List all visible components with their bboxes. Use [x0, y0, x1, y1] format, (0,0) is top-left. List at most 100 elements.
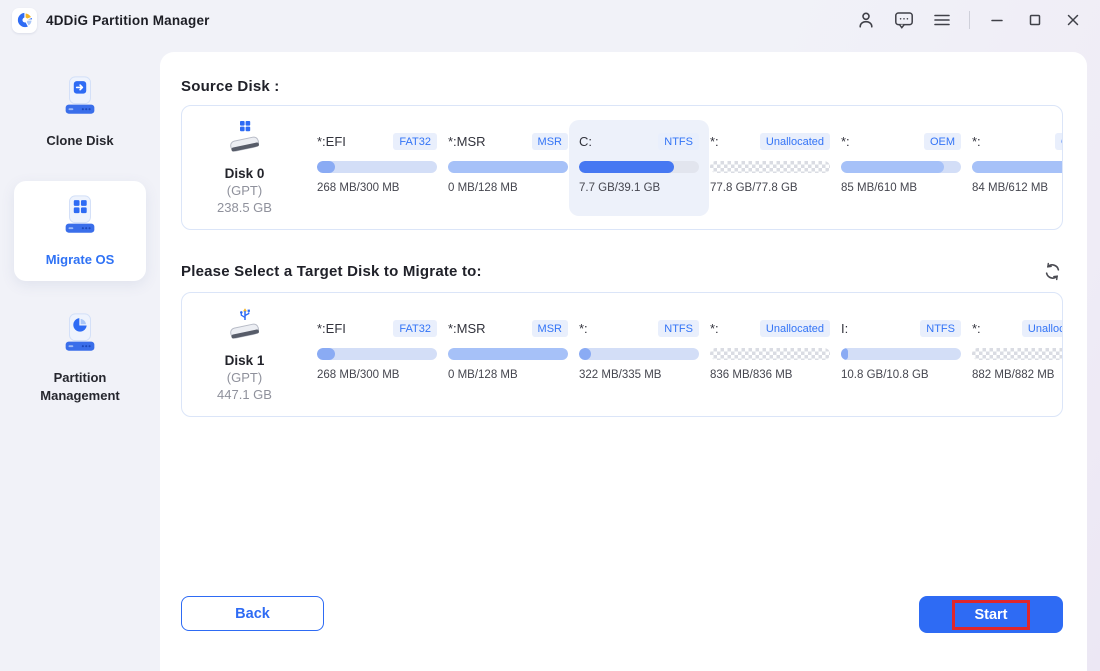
partition-label: *:	[579, 321, 588, 336]
main-panel: Source Disk : Disk 0 (GPT) 238.5 GB	[160, 52, 1087, 671]
partition-usage: 882 MB/882 MB	[972, 369, 1062, 381]
sidebar-item-label: Clone Disk	[46, 132, 113, 150]
partition-usage: 322 MB/335 MB	[579, 369, 699, 381]
partition-usage: 268 MB/300 MB	[317, 369, 437, 381]
partition-usage: 85 MB/610 MB	[841, 182, 961, 194]
partition-item[interactable]: *:MSR MSR 0 MB/128 MB	[438, 120, 578, 216]
partition-usage: 0 MB/128 MB	[448, 182, 568, 194]
disk-scheme: (GPT)	[227, 183, 262, 198]
disk-name: Disk 1	[225, 353, 265, 368]
partition-label: *:MSR	[448, 134, 486, 149]
back-button[interactable]: Back	[181, 596, 324, 631]
usb-disk-icon	[224, 307, 266, 350]
partition-bar-fill	[448, 161, 568, 173]
partition-bar	[972, 161, 1062, 173]
titlebar: 4DDiG Partition Manager	[0, 0, 1100, 40]
partition-usage: 7.7 GB/39.1 GB	[579, 182, 699, 194]
start-button-label: Start	[974, 607, 1007, 623]
partition-label: I:	[841, 321, 848, 336]
feedback-icon[interactable]	[889, 6, 919, 34]
partition-list: *:EFI FAT32 268 MB/300 MB *:MSR MSR 0 MB…	[307, 293, 1062, 416]
partition-usage: 10.8 GB/10.8 GB	[841, 369, 961, 381]
disk-name: Disk 0	[225, 166, 265, 181]
partition-bar-fill	[579, 348, 591, 360]
disk-size: 238.5 GB	[217, 200, 272, 215]
partition-label: *:MSR	[448, 321, 486, 336]
partition-bar	[841, 161, 961, 173]
partition-item[interactable]: *:EFI FAT32 268 MB/300 MB	[307, 307, 447, 403]
disk-info: Disk 1 (GPT) 447.1 GB	[182, 293, 307, 416]
partition-item[interactable]: *: Unallocated 77.8 GB/77.8 GB	[700, 120, 840, 216]
partition-usage: 268 MB/300 MB	[317, 182, 437, 194]
maximize-button[interactable]	[1020, 6, 1050, 34]
migrate-os-icon	[58, 193, 102, 242]
target-disk-card[interactable]: Disk 1 (GPT) 447.1 GB *:EFI FAT32 268 MB…	[181, 292, 1063, 417]
account-icon[interactable]	[851, 6, 881, 34]
partition-bar-fill	[841, 348, 848, 360]
partition-item[interactable]: *: NTFS 322 MB/335 MB	[569, 307, 709, 403]
internal-disk-icon	[224, 120, 266, 163]
source-disk-card[interactable]: Disk 0 (GPT) 238.5 GB *:EFI FAT32 268 MB…	[181, 105, 1063, 230]
partition-bar-fill	[317, 161, 335, 173]
partition-item[interactable]: *: OEM 84 MB/612 MB	[962, 120, 1062, 216]
partition-bar-fill	[317, 348, 335, 360]
partition-type-badge: OEM	[1055, 133, 1062, 150]
close-button[interactable]	[1058, 6, 1088, 34]
partition-label: *:	[710, 134, 719, 149]
sidebar-item-partition-management[interactable]: Partition Management	[14, 299, 146, 417]
partition-label: *:	[710, 321, 719, 336]
start-button[interactable]: Start	[919, 596, 1063, 633]
partition-bar	[579, 161, 699, 173]
menu-icon[interactable]	[927, 6, 957, 34]
partition-label: C:	[579, 134, 592, 149]
partition-item[interactable]: *: OEM 85 MB/610 MB	[831, 120, 971, 216]
partition-item[interactable]: *:EFI FAT32 268 MB/300 MB	[307, 120, 447, 216]
partition-type-badge: Unallocated	[760, 133, 830, 150]
partition-type-badge: FAT32	[393, 133, 437, 150]
partition-type-badge: Unallocated	[1022, 320, 1062, 337]
partition-bar	[710, 161, 830, 173]
sidebar-item-label: Partition Management	[18, 369, 142, 404]
minimize-button[interactable]	[982, 6, 1012, 34]
disk-size: 447.1 GB	[217, 387, 272, 402]
sidebar-item-label: Migrate OS	[46, 251, 115, 269]
app-logo-icon	[12, 8, 37, 33]
partition-item[interactable]: C: NTFS 7.7 GB/39.1 GB	[569, 120, 709, 216]
partition-type-badge: MSR	[532, 133, 568, 150]
partition-type-badge: MSR	[532, 320, 568, 337]
partition-bar-fill	[841, 161, 944, 173]
disk-scheme: (GPT)	[227, 370, 262, 385]
partition-item[interactable]: *: Unallocated 836 MB/836 MB	[700, 307, 840, 403]
partition-item[interactable]: *: Unallocated 882 MB/882 MB	[962, 307, 1062, 403]
partition-usage: 77.8 GB/77.8 GB	[710, 182, 830, 194]
partition-bar	[972, 348, 1062, 360]
partition-bar-fill	[972, 161, 1062, 173]
partition-list: *:EFI FAT32 268 MB/300 MB *:MSR MSR 0 MB…	[307, 106, 1062, 229]
partition-usage: 836 MB/836 MB	[710, 369, 830, 381]
target-disk-heading: Please Select a Target Disk to Migrate t…	[181, 263, 482, 280]
partition-usage: 0 MB/128 MB	[448, 369, 568, 381]
partition-bar	[317, 348, 437, 360]
partition-label: *:EFI	[317, 321, 346, 336]
titlebar-divider	[969, 11, 970, 29]
partition-item[interactable]: *:MSR MSR 0 MB/128 MB	[438, 307, 578, 403]
partition-type-badge: Unallocated	[760, 320, 830, 337]
sidebar-item-clone-disk[interactable]: Clone Disk	[14, 62, 146, 163]
partition-usage: 84 MB/612 MB	[972, 182, 1062, 194]
source-disk-heading: Source Disk :	[181, 78, 1063, 95]
partition-item[interactable]: I: NTFS 10.8 GB/10.8 GB	[831, 307, 971, 403]
partition-management-icon	[58, 311, 102, 360]
partition-bar-fill	[448, 348, 568, 360]
partition-label: *:	[972, 134, 981, 149]
partition-bar	[841, 348, 961, 360]
sidebar-item-migrate-os[interactable]: Migrate OS	[14, 181, 146, 282]
partition-type-badge: NTFS	[658, 320, 699, 337]
clone-disk-icon	[58, 74, 102, 123]
refresh-icon[interactable]	[1041, 260, 1063, 282]
partition-type-badge: OEM	[924, 133, 961, 150]
partition-bar	[710, 348, 830, 360]
partition-label: *:	[972, 321, 981, 336]
partition-label: *:EFI	[317, 134, 346, 149]
sidebar: Clone Disk Migrate OS	[0, 40, 160, 671]
partition-type-badge: FAT32	[393, 320, 437, 337]
